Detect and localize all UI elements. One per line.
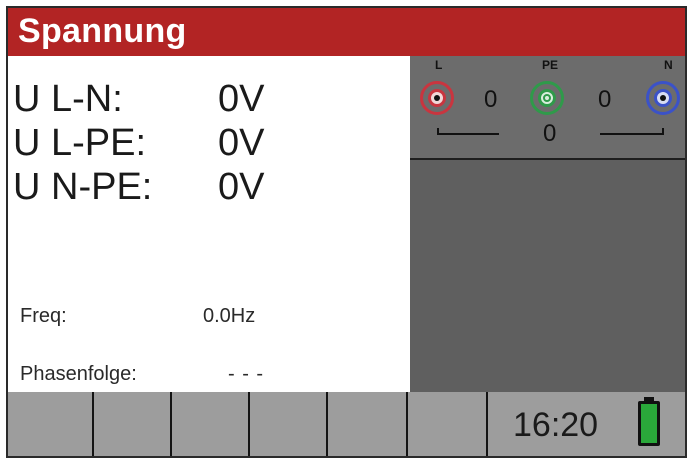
clock-time: 16:20: [513, 406, 599, 444]
softkey-5[interactable]: [326, 392, 408, 456]
wire-n: [600, 133, 664, 135]
frequency-value: 0.0Hz: [203, 305, 256, 327]
terminal-pe-label: PE: [542, 58, 559, 72]
title-bar: Spannung: [8, 8, 685, 56]
wire-l: [437, 133, 499, 135]
phase-sequence-value: - - -: [228, 363, 265, 385]
terminal-n-label: N: [664, 58, 673, 72]
softkey-1[interactable]: [8, 392, 92, 456]
battery-full-icon: [638, 401, 660, 446]
softkey-4[interactable]: [248, 392, 328, 456]
voltage-l-n-value: 0: [543, 120, 557, 147]
u-npe-label: U N-PE:: [13, 166, 153, 208]
screen-title: Spannung: [18, 12, 187, 50]
terminal-l-icon: [420, 81, 454, 115]
terminal-pe-icon: [530, 81, 564, 115]
terminal-diagram: L PE N 0 0 0: [410, 56, 685, 160]
instrument-screen: Spannung U L-N: 0V U L-PE: 0V U N-PE: 0V…: [6, 6, 687, 458]
softkey-3[interactable]: [170, 392, 250, 456]
softkey-bar: 16:20: [8, 392, 685, 456]
softkey-2[interactable]: [92, 392, 172, 456]
voltage-l-pe-value: 0: [484, 86, 498, 113]
frequency-label: Freq:: [20, 305, 67, 327]
softkey-6[interactable]: [406, 392, 488, 456]
u-ln-value: 0V: [218, 78, 265, 120]
u-lpe-value: 0V: [218, 122, 265, 164]
measurement-panel: U L-N: 0V U L-PE: 0V U N-PE: 0V Freq: 0.…: [8, 56, 410, 392]
u-npe-value: 0V: [218, 166, 265, 208]
terminal-n-icon: [646, 81, 680, 115]
terminal-l-label: L: [435, 58, 443, 72]
u-ln-label: U L-N:: [13, 78, 123, 120]
voltage-pe-n-value: 0: [598, 86, 612, 113]
phase-sequence-label: Phasenfolge:: [20, 363, 137, 385]
terminal-panel: L PE N 0 0 0: [410, 56, 685, 392]
u-lpe-label: U L-PE:: [13, 122, 147, 164]
wire-n-end: [662, 128, 664, 134]
